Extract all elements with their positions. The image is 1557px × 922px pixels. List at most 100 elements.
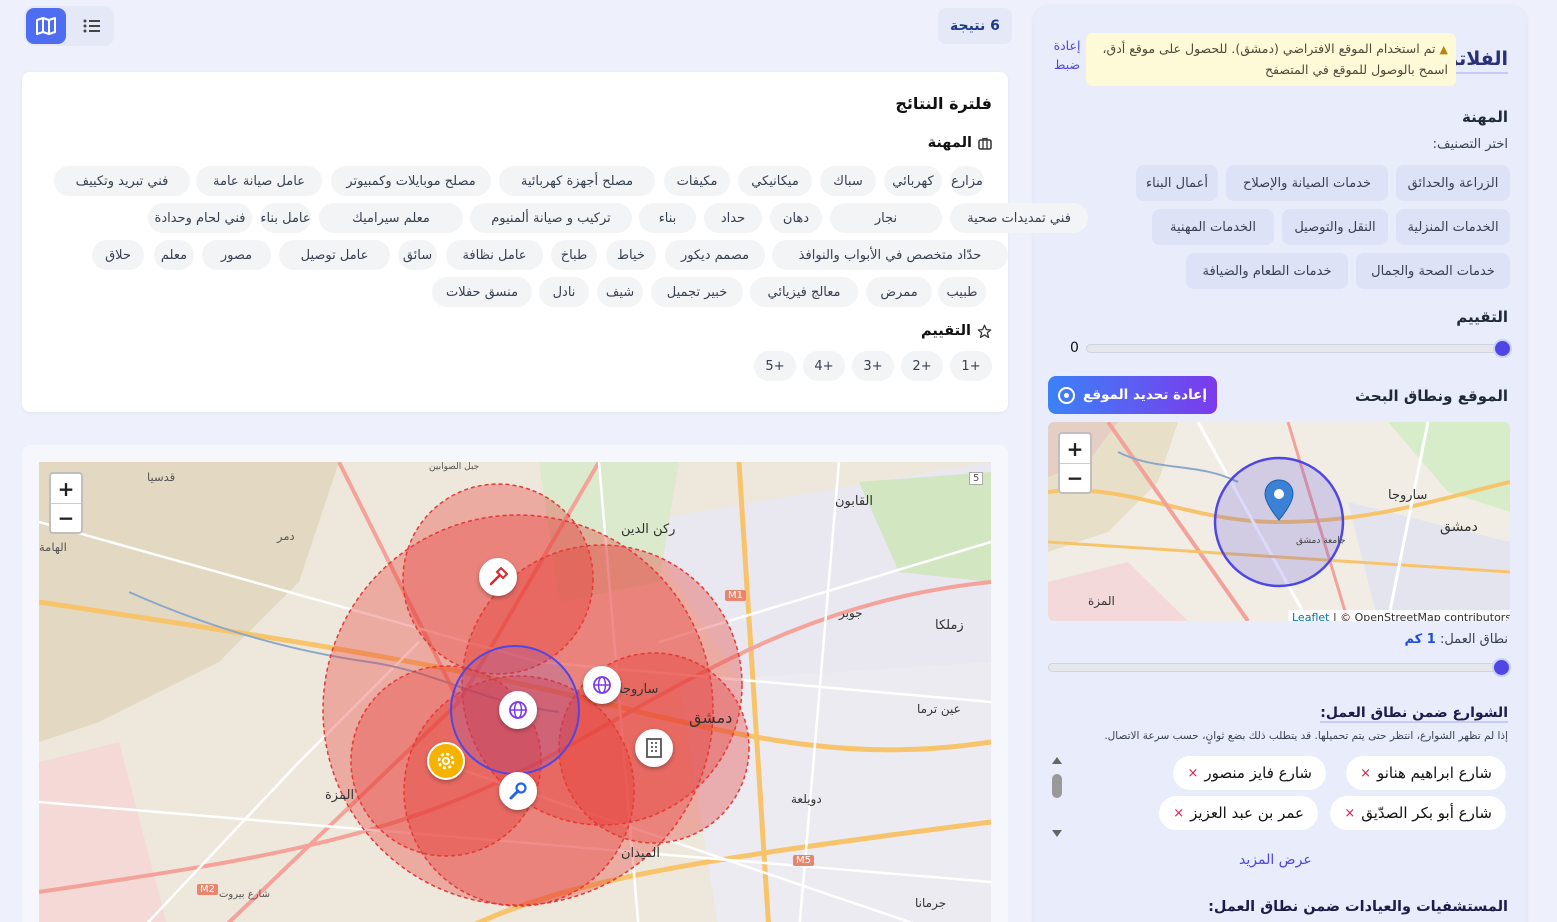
- category-professional[interactable]: الخدمات المهنية: [1152, 209, 1274, 245]
- crosshair-icon: [1058, 386, 1076, 404]
- rating-chip[interactable]: +4: [803, 351, 845, 381]
- profession-chip[interactable]: نادل: [539, 277, 589, 307]
- map-label-damascus: دمشق: [689, 708, 733, 727]
- profession-chip[interactable]: معلم سيراميك: [319, 203, 463, 233]
- profession-chip[interactable]: حداد: [704, 203, 762, 233]
- rating-slider[interactable]: [1086, 341, 1510, 356]
- globe-icon: [509, 701, 527, 719]
- briefcase-icon: [978, 137, 992, 150]
- profession-chip[interactable]: حلاق: [92, 240, 144, 270]
- profession-chip[interactable]: مصور: [202, 240, 271, 270]
- rating-heading: التقييم: [1456, 308, 1508, 326]
- profession-chip[interactable]: خبير تجميل: [651, 277, 743, 307]
- result-marker[interactable]: [583, 666, 621, 704]
- remove-street-icon[interactable]: ×: [1360, 766, 1371, 781]
- rating-chip[interactable]: +1: [950, 351, 992, 381]
- rating-slider-thumb[interactable]: [1495, 341, 1510, 356]
- map-view-button[interactable]: [26, 8, 66, 44]
- profession-chip[interactable]: خياط: [606, 240, 656, 270]
- rating-chip[interactable]: +5: [754, 351, 796, 381]
- profession-chip[interactable]: سائق: [398, 240, 437, 270]
- rating-chip[interactable]: +2: [901, 351, 943, 381]
- location-mini-map[interactable]: دمشق ساروجا المزة جامعة دمشق + − Leaflet…: [1048, 422, 1510, 621]
- profession-chip[interactable]: عامل صيانة عامة: [196, 166, 322, 196]
- profession-chip[interactable]: مصمم ديكور: [665, 240, 765, 270]
- result-count-badge: 6 نتيجة: [938, 8, 1012, 44]
- list-view-button[interactable]: [72, 8, 112, 44]
- relocate-button[interactable]: إعادة تحديد الموقع: [1048, 376, 1217, 414]
- work-range-slider[interactable]: [1048, 660, 1510, 675]
- street-chip[interactable]: شارع فايز منصور ×: [1173, 756, 1326, 790]
- road-badge: 5: [969, 472, 984, 485]
- result-marker[interactable]: [427, 742, 465, 780]
- category-food-hospitality[interactable]: خدمات الطعام والضيافة: [1186, 253, 1348, 289]
- profession-chip[interactable]: عامل نظافة: [446, 240, 543, 270]
- streets-scrollbar[interactable]: [1048, 754, 1066, 840]
- profession-chip[interactable]: تركيب و صيانة ألمنيوم: [470, 203, 632, 233]
- result-marker[interactable]: [499, 691, 537, 729]
- result-marker[interactable]: [479, 558, 517, 596]
- profession-chip[interactable]: ممرض: [866, 277, 932, 307]
- main-map-zoom-out-button[interactable]: −: [51, 503, 81, 532]
- profession-chip[interactable]: دهان: [770, 203, 822, 233]
- globe-icon: [593, 676, 611, 694]
- remove-street-icon[interactable]: ×: [1173, 806, 1184, 821]
- profession-chip[interactable]: طبيب: [938, 277, 986, 307]
- show-more-link[interactable]: عرض المزيد: [1239, 852, 1312, 868]
- results-map[interactable]: قدسيا دمر الهامة جبل الصوابين ركن الدين …: [39, 462, 991, 922]
- filter-panel-title: فلترة النتائج: [895, 94, 992, 113]
- profession-chip[interactable]: معالج فيزيائي: [750, 277, 858, 307]
- profession-filter-heading: المهنة: [928, 135, 992, 151]
- profession-chip[interactable]: كهربائي: [884, 166, 942, 196]
- main-map-zoom-control: + −: [49, 472, 83, 534]
- map-label-dummar: دمر: [277, 529, 295, 543]
- profession-chip[interactable]: فني تمديدات صحية: [950, 203, 1088, 233]
- result-marker[interactable]: [499, 772, 537, 810]
- category-home-services[interactable]: الخدمات المنزلية: [1396, 209, 1510, 245]
- result-marker[interactable]: [635, 729, 673, 767]
- map-label-beirut-road: شارع بيروت: [219, 889, 270, 900]
- profession-chip[interactable]: مصلح موبايلات وكمبيوتر: [331, 166, 491, 196]
- category-agriculture[interactable]: الزراعة والحدائق: [1396, 165, 1510, 201]
- street-chip[interactable]: شارع ابراهيم هنانو ×: [1346, 756, 1506, 790]
- category-transport[interactable]: النقل والتوصيل: [1282, 209, 1388, 245]
- profession-chip[interactable]: فني لحام وحدادة: [148, 203, 252, 233]
- profession-chip[interactable]: ميكانيكي: [738, 166, 812, 196]
- category-health-beauty[interactable]: خدمات الصحة والجمال: [1356, 253, 1510, 289]
- profession-chip[interactable]: عامل بناء: [260, 203, 311, 233]
- profession-chip[interactable]: فني تبريد وتكييف: [54, 166, 190, 196]
- profession-chip[interactable]: حدّاد متخصص في الأبواب والنوافذ: [772, 240, 1008, 270]
- profession-chip[interactable]: طباخ: [551, 240, 597, 270]
- remove-street-icon[interactable]: ×: [1344, 806, 1355, 821]
- street-chip[interactable]: عمر بن عبد العزيز ×: [1159, 796, 1318, 830]
- profession-chip[interactable]: مصلح أجهزة كهربائية: [499, 166, 655, 196]
- mini-map-zoom-out-button[interactable]: −: [1060, 463, 1090, 492]
- profession-chip[interactable]: عامل توصيل: [279, 240, 390, 270]
- filters-sidebar: الفلاتر ▲تم استخدام الموقع الافتراضي (دم…: [1034, 6, 1526, 922]
- rating-chip[interactable]: +3: [852, 351, 894, 381]
- remove-street-icon[interactable]: ×: [1187, 766, 1198, 781]
- profession-chip[interactable]: معلم: [154, 240, 194, 270]
- leaflet-link[interactable]: Leaflet: [1292, 611, 1329, 621]
- profession-chip[interactable]: مكيفات: [664, 166, 730, 196]
- profession-chip[interactable]: نجار: [830, 203, 942, 233]
- category-maintenance[interactable]: خدمات الصيانة والإصلاح: [1226, 165, 1388, 201]
- profession-chip[interactable]: سباك: [820, 166, 876, 196]
- profession-chip[interactable]: بناء: [639, 203, 696, 233]
- profession-chip[interactable]: منسق حفلات: [432, 277, 532, 307]
- work-range-slider-thumb[interactable]: [1494, 660, 1509, 675]
- street-chip[interactable]: شارع أبو بكر الصدّيق ×: [1330, 796, 1506, 830]
- rating-value: 0: [1070, 340, 1079, 356]
- profession-chip[interactable]: مزارع: [950, 166, 984, 196]
- mini-map-zoom-in-button[interactable]: +: [1060, 434, 1090, 463]
- reset-filters-button[interactable]: إعادة ضبط: [1050, 36, 1084, 74]
- gear-icon: [437, 752, 455, 770]
- rating-filter-label: التقييم: [921, 323, 971, 339]
- main-map-zoom-in-button[interactable]: +: [51, 474, 81, 503]
- category-construction[interactable]: أعمال البناء: [1136, 165, 1218, 201]
- profession-chip[interactable]: شيف: [597, 277, 643, 307]
- map-label-mezzeh: المزة: [325, 788, 355, 803]
- map-label-sarouja: ساروجا: [619, 682, 659, 697]
- map-label-jaramana: جرمانا: [915, 896, 947, 910]
- building-icon: [646, 738, 662, 758]
